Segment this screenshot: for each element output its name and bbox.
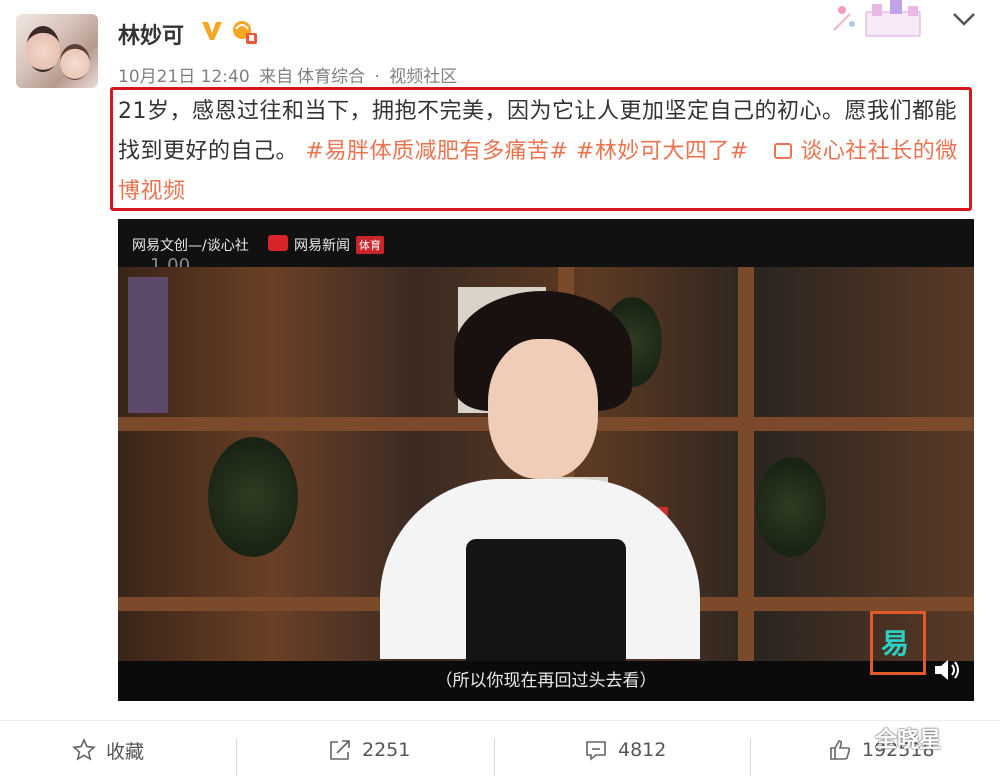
meta-separator: · (374, 67, 380, 87)
books (128, 277, 168, 413)
plant (208, 437, 298, 557)
source-watermark: 全晓星 (875, 728, 942, 753)
avatar-face-adult (26, 26, 60, 72)
hashtag-weight-loss[interactable]: #易胖体质减肥有多痛苦# (306, 139, 569, 164)
bookshelf-post (738, 267, 754, 661)
author-name[interactable]: 林妙可 (118, 18, 184, 50)
source-prefix: 来自 (259, 67, 294, 87)
action-divider (236, 738, 237, 776)
video-player[interactable]: 网易文创—/谈心社 网易新闻 体育 1.00 （所以你现在再回过头去看） 易 (118, 219, 974, 701)
share-icon (330, 740, 350, 760)
channel-corner-logo: 易 (870, 611, 926, 675)
action-divider (750, 738, 751, 776)
comment-button[interactable]: 4812 (584, 734, 666, 766)
comment-count: 4812 (618, 739, 667, 761)
face (488, 339, 598, 479)
plant (756, 457, 826, 557)
action-divider (494, 738, 495, 776)
repost-count: 2251 (362, 739, 411, 761)
author-avatar[interactable] (16, 14, 98, 88)
member-level-icon (233, 21, 257, 44)
corner-logo-text: 易 (881, 627, 910, 660)
post-date[interactable]: 10月21日 12:40 (118, 67, 250, 87)
post-content: 21岁，感恩过往和当下，拥抱不完美，因为它让人更加坚定自己的初心。愿我们都能找到… (118, 92, 970, 210)
video-brand-left: 网易文创—/谈心社 (132, 238, 249, 254)
video-subtitle: （所以你现在再回过头去看） (435, 671, 657, 691)
verified-v-icon (202, 22, 222, 40)
source-name[interactable]: 体育综合 (297, 67, 365, 87)
video-brand-tag: 体育 (356, 236, 384, 254)
video-brand-right: 网易新闻 (294, 238, 350, 254)
repost-button[interactable]: 2251 (328, 734, 410, 766)
volume-icon[interactable] (932, 657, 962, 683)
netease-logo-icon (268, 235, 288, 251)
castle-decoration-icon (833, 0, 921, 37)
hashtag-senior-year[interactable]: #林妙可大四了# (576, 139, 749, 164)
comment-icon (586, 741, 606, 761)
video-link-icon (774, 143, 793, 159)
post-meta: 10月21日 12:40 来自 体育综合 · 视频社区 (118, 62, 461, 87)
black-overall (466, 539, 626, 661)
avatar-face-child (60, 44, 90, 80)
favorite-label: 收藏 (106, 740, 145, 763)
star-icon (72, 738, 96, 761)
favorite-button[interactable]: 收藏 (72, 734, 144, 766)
chevron-down-icon[interactable] (950, 8, 978, 30)
channel-link[interactable]: 视频社区 (389, 67, 457, 87)
thumbs-up-icon (830, 740, 851, 760)
